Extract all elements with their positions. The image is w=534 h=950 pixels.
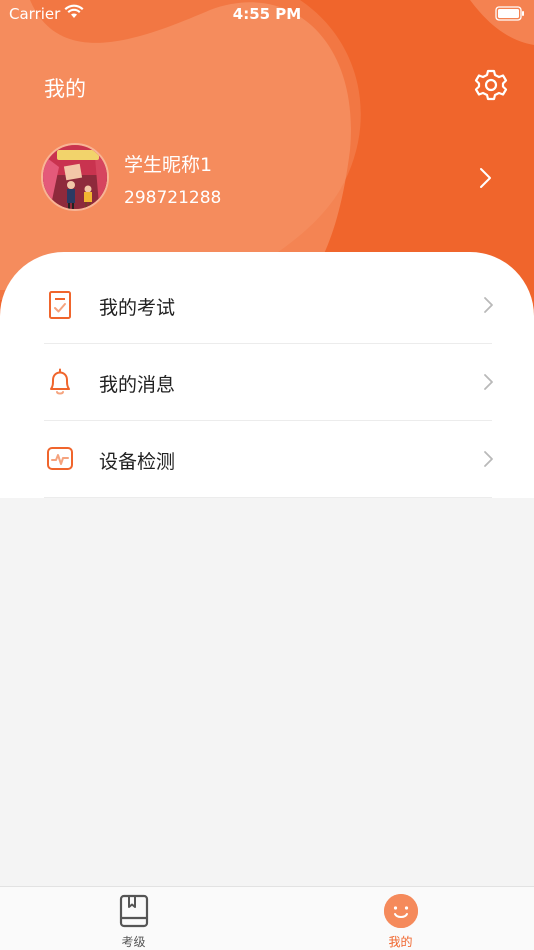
menu-label-device-check: 设备检测 bbox=[99, 451, 176, 473]
menu-item-my-messages[interactable]: 我的消息 bbox=[0, 343, 534, 421]
menu-item-device-check[interactable]: 设备检测 bbox=[0, 420, 534, 498]
tab-grading[interactable]: 考级 bbox=[0, 887, 267, 950]
tab-mine[interactable]: 我的 bbox=[267, 887, 534, 950]
chevron-right-icon bbox=[484, 297, 493, 313]
bell-icon bbox=[50, 368, 70, 395]
chevron-right-icon bbox=[484, 451, 493, 467]
menu-label-my-messages: 我的消息 bbox=[99, 374, 176, 396]
user-nickname: 学生昵称1 bbox=[124, 154, 213, 176]
menu-item-my-exams[interactable]: 我的考试 bbox=[0, 266, 534, 344]
menu-card: 我的考试 我的消息 设备检测 bbox=[0, 252, 534, 498]
user-id: 298721288 bbox=[124, 188, 222, 208]
exam-document-icon bbox=[49, 291, 71, 319]
page-title: 我的 bbox=[44, 77, 86, 101]
monitor-pulse-icon bbox=[47, 447, 73, 470]
tab-label-grading: 考级 bbox=[121, 935, 146, 949]
menu-label-my-exams: 我的考试 bbox=[99, 297, 176, 319]
divider bbox=[44, 497, 492, 498]
avatar[interactable] bbox=[41, 143, 109, 211]
gear-icon[interactable] bbox=[474, 68, 508, 102]
chevron-right-icon bbox=[484, 374, 493, 390]
tab-bar: 考级 我的 bbox=[0, 886, 534, 950]
smiley-icon bbox=[384, 894, 418, 928]
book-icon bbox=[119, 894, 149, 928]
status-bar: Carrier 4:55 PM bbox=[0, 0, 534, 30]
chevron-right-icon[interactable] bbox=[472, 163, 498, 193]
tab-label-mine: 我的 bbox=[388, 935, 413, 949]
status-time: 4:55 PM bbox=[232, 5, 302, 23]
battery-icon bbox=[495, 6, 524, 21]
